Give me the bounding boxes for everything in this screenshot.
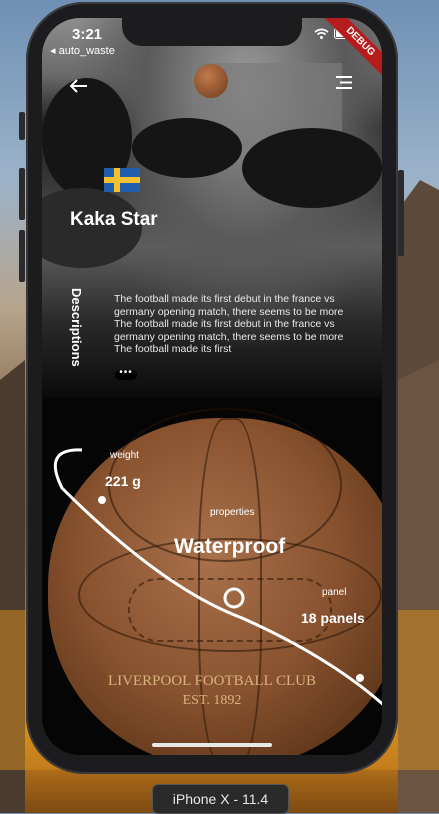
wifi-icon [314, 28, 329, 39]
descriptions-tab[interactable]: Descriptions [64, 288, 88, 378]
power-button [398, 170, 404, 256]
status-time: 3:21 [72, 26, 103, 43]
sweden-flag-icon [104, 168, 140, 192]
player-description: The football made its first debut in the… [114, 293, 344, 355]
volume-down-button [19, 230, 25, 282]
property-orbit [53, 448, 382, 706]
volume-up-button [19, 168, 25, 220]
player-name: Kaka Star [70, 209, 158, 230]
simulator-device-label: iPhone X - 11.4 [152, 784, 289, 814]
ball-logo-icon [194, 64, 228, 98]
menu-icon[interactable] [336, 76, 352, 94]
panel-label: panel [322, 587, 347, 598]
notch [122, 18, 302, 46]
properties-label: properties [210, 507, 255, 518]
descriptions-tab-label: Descriptions [69, 288, 84, 367]
mute-switch [19, 112, 25, 140]
more-button[interactable]: ••• [115, 368, 137, 380]
back-arrow-icon[interactable] [69, 73, 88, 99]
home-indicator[interactable] [152, 743, 272, 747]
weight-value: 221 g [105, 473, 141, 489]
weight-label: weight [110, 450, 139, 461]
status-back-app[interactable]: ◂ auto_waste [50, 44, 115, 57]
properties-value: Waterproof [174, 535, 286, 558]
app-screen: 3:21 ◂ auto_waste DEBUG Kaka Star Descri… [42, 18, 382, 755]
panel-value: 18 panels [301, 610, 365, 626]
